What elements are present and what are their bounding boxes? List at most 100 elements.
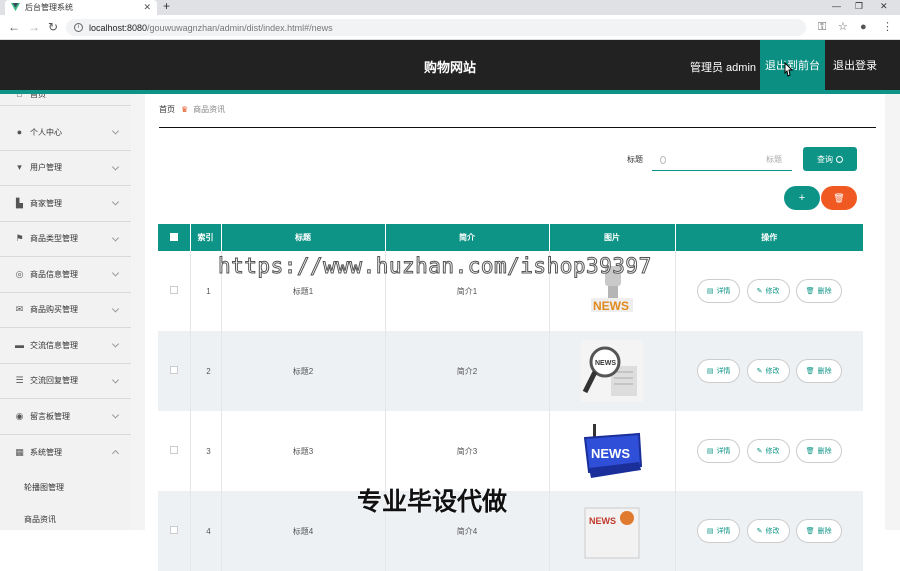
document-icon: ▤ <box>706 448 714 455</box>
sidebar-item-users[interactable]: ▾ 用户管理 <box>0 151 131 186</box>
shop-icon: ▙ <box>16 197 23 208</box>
column-header: 简介 <box>385 224 550 251</box>
batch-delete-button[interactable]: 🗑 <box>821 186 857 210</box>
trash-icon: 🗑 <box>805 528 815 535</box>
sidebar-item-label: 商品购买管理 <box>30 305 78 315</box>
select-all-header <box>158 224 191 251</box>
edit-button[interactable]: ✎ 修改 <box>746 279 790 303</box>
reload-icon[interactable]: ↻ <box>48 20 58 34</box>
watermark-url: https://www.huzhan.com/ishop39397 <box>218 254 652 279</box>
vue-logo-icon <box>11 3 20 12</box>
sidebar-item-exchange-info[interactable]: ▬ 交流信息管理 <box>0 328 131 364</box>
detail-button[interactable]: ▤ 详情 <box>696 279 741 303</box>
sidebar-item-goods-types[interactable]: ⚑ 商品类型管理 <box>0 222 131 257</box>
breadcrumb-home[interactable]: 首页 <box>159 104 175 115</box>
breadcrumb: 首页 ♛ 商品资讯 <box>159 104 225 115</box>
sidebar-item-profile[interactable]: ● 个人中心 <box>0 115 131 151</box>
sidebar-item-label: 系统管理 <box>30 447 62 457</box>
back-icon[interactable]: ← <box>8 20 20 34</box>
row-checkbox[interactable] <box>169 366 178 374</box>
logout-button[interactable]: 退出登录 <box>825 40 885 90</box>
breadcrumb-separator-icon: ♛ <box>181 105 189 114</box>
trash-icon: 🗑 <box>805 448 815 455</box>
image-cell: NEWS <box>549 331 676 411</box>
column-header: 图片 <box>549 224 676 251</box>
chevron-down-icon <box>111 305 120 313</box>
column-header: 操作 <box>675 224 863 251</box>
edit-button[interactable]: ✎ 修改 <box>746 439 790 463</box>
edit-button[interactable]: ✎ 修改 <box>746 359 790 383</box>
key-icon[interactable]: ⚿ <box>818 20 826 34</box>
delete-button[interactable]: 🗑 删除 <box>795 439 842 463</box>
url-path: /gouwuwagnzhan/admin/dist/index.html#/ne… <box>147 22 333 33</box>
profile-icon[interactable]: ● <box>860 20 867 34</box>
app-header: 购物网站 管理员 admin 退出到前台 退出登录 <box>0 40 900 90</box>
content-panel: 首页 ♛ 商品资讯 标题 查询 + 🗑 索引 标题 简介 图片 <box>145 94 885 571</box>
sidebar-subitem-label: 轮播图管理 <box>24 482 64 492</box>
mouse-cursor-icon <box>784 62 794 77</box>
row-checkbox[interactable] <box>169 286 178 294</box>
detail-label: 详情 <box>716 368 731 375</box>
tab-title: 后台管理系统 <box>25 3 73 12</box>
select-all-checkbox[interactable] <box>169 232 178 241</box>
site-info-icon[interactable]: i <box>74 23 83 32</box>
svg-text:NEWS: NEWS <box>591 446 630 461</box>
sidebar-item-guestbook[interactable]: ◉ 留言板管理 <box>0 399 131 435</box>
add-button[interactable]: + <box>784 186 820 210</box>
sidebar-item-merchants[interactable]: ▙ 商家管理 <box>0 186 131 222</box>
detail-button[interactable]: ▤ 详情 <box>696 439 741 463</box>
delete-button[interactable]: 🗑 删除 <box>795 519 842 543</box>
table-row: 4 标题4 简介4 NEWS ▤ 详情 ✎ 修改 🗑 删除 <box>158 491 863 571</box>
sidebar-item-label: 首页 <box>30 94 46 99</box>
restore-icon[interactable]: ❐ <box>855 0 863 12</box>
sidebar-subitem-news[interactable]: 商品资讯 <box>0 503 131 530</box>
delete-label: 删除 <box>817 368 832 375</box>
row-select-cell <box>158 491 191 571</box>
trash-icon: 🗑 <box>805 288 815 295</box>
breadcrumb-current: 商品资讯 <box>193 105 226 114</box>
breadcrumb-divider <box>159 127 876 128</box>
edit-button[interactable]: ✎ 修改 <box>746 519 790 543</box>
delete-label: 删除 <box>817 528 832 535</box>
chevron-down-icon <box>111 411 120 419</box>
document-icon: ▤ <box>706 368 714 375</box>
sidebar-item-label: 商品类型管理 <box>30 234 78 244</box>
query-button[interactable]: 查询 <box>803 147 857 171</box>
index-cell: 4 <box>190 491 222 571</box>
chevron-down-icon <box>111 163 120 171</box>
chevron-down-icon <box>111 127 120 135</box>
url-input[interactable]: i localhost:8080/gouwuwagnzhan/admin/dis… <box>66 19 806 36</box>
user-mgmt-icon: ▾ <box>17 162 22 173</box>
detail-button[interactable]: ▤ 详情 <box>696 519 741 543</box>
detail-button[interactable]: ▤ 详情 <box>696 359 741 383</box>
sidebar-item-home[interactable]: ⌂ 首页 <box>0 94 131 106</box>
search-icon <box>836 155 843 163</box>
forward-icon[interactable]: → <box>28 20 40 34</box>
search-field <box>652 149 792 171</box>
sidebar-subitem-carousel[interactable]: 轮播图管理 <box>0 471 131 503</box>
delete-button[interactable]: 🗑 删除 <box>795 279 842 303</box>
row-checkbox[interactable] <box>169 446 178 454</box>
menu-dots-icon[interactable]: ⋮ <box>882 20 893 34</box>
edit-icon: ✎ <box>756 528 763 535</box>
news-key-image: NEWS <box>583 424 643 478</box>
compass-icon: ◎ <box>15 268 24 279</box>
sidebar-item-system[interactable]: ▦ 系统管理 <box>0 435 131 471</box>
delete-button[interactable]: 🗑 删除 <box>795 359 842 383</box>
chevron-down-icon <box>111 198 120 206</box>
sidebar-item-purchases[interactable]: ✉ 商品购买管理 <box>0 293 131 328</box>
new-tab-button[interactable]: + <box>163 0 170 13</box>
browser-tab[interactable]: 后台管理系统 ✕ <box>5 0 157 15</box>
sidebar-item-goods-info[interactable]: ◎ 商品信息管理 <box>0 257 131 293</box>
edit-icon: ✎ <box>756 448 763 455</box>
chevron-down-icon <box>111 269 120 277</box>
tab-close-icon[interactable]: ✕ <box>143 2 151 13</box>
search-input[interactable] <box>672 155 792 164</box>
window-close-icon[interactable]: ✕ <box>880 0 888 12</box>
title-cell: 标题2 <box>221 331 386 411</box>
row-checkbox[interactable] <box>169 526 178 534</box>
star-icon[interactable]: ☆ <box>838 20 848 34</box>
minimize-icon[interactable]: — <box>832 0 841 12</box>
intro-cell: 简介3 <box>385 411 550 491</box>
sidebar-item-exchange-replies[interactable]: ☰ 交流回复管理 <box>0 364 131 399</box>
